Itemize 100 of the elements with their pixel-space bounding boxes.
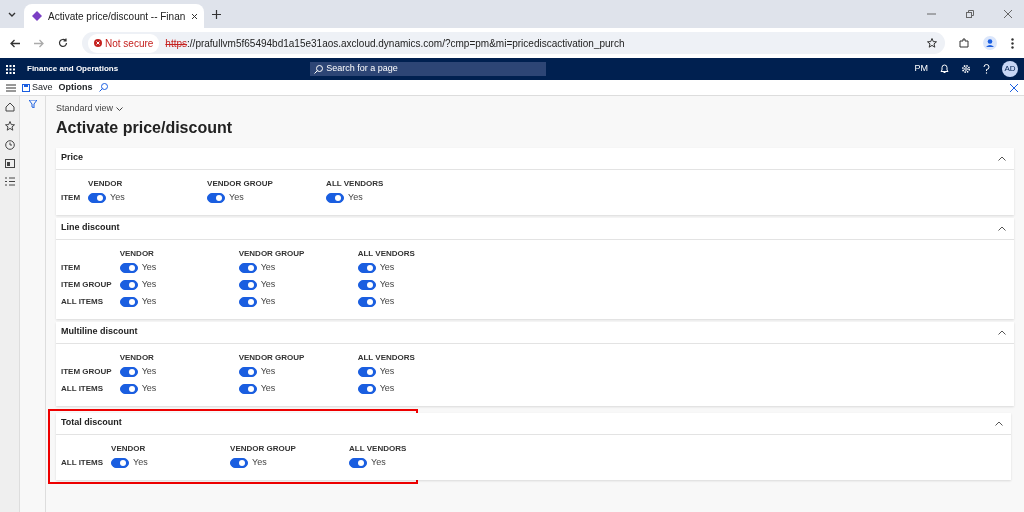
toggle-switch[interactable] xyxy=(238,262,257,273)
tab-title: Activate price/discount -- Finan xyxy=(48,9,186,24)
row-label: ITEM xyxy=(61,259,120,277)
app-launcher-icon[interactable] xyxy=(6,64,15,74)
row-label: ALL ITEMS xyxy=(61,454,112,472)
search-icon[interactable] xyxy=(98,83,108,92)
row-label: ITEM GROUP xyxy=(61,363,120,381)
section-title: Price xyxy=(61,151,84,165)
restore-icon[interactable] xyxy=(966,10,974,18)
workspace-icon[interactable] xyxy=(4,159,15,168)
star-icon[interactable] xyxy=(927,38,937,48)
toggle-label: Yes xyxy=(141,383,157,394)
toggle-switch[interactable] xyxy=(238,383,257,394)
toggle-label: Yes xyxy=(229,192,244,203)
security-label: Not secure xyxy=(105,36,154,51)
toggle-label: Yes xyxy=(379,279,395,290)
toggle-label: Yes xyxy=(260,262,276,273)
column-header: VENDOR xyxy=(119,351,239,364)
column-header: VENDOR xyxy=(119,247,239,260)
column-header: ALL VENDORS xyxy=(349,442,408,455)
toggle-label: Yes xyxy=(260,296,276,307)
new-tab-icon[interactable] xyxy=(212,9,221,19)
view-selector[interactable]: Standard view xyxy=(56,102,124,116)
toggle-switch[interactable] xyxy=(88,192,107,203)
section-title: Line discount xyxy=(61,221,120,235)
toggle-switch[interactable] xyxy=(357,279,376,290)
row-label: ITEM xyxy=(61,189,89,207)
toggle-label: Yes xyxy=(260,279,276,290)
toggle-label: Yes xyxy=(379,296,395,307)
row-label: ITEM GROUP xyxy=(61,276,120,294)
settings-icon[interactable] xyxy=(961,64,971,74)
forward-icon xyxy=(34,38,44,48)
clock-icon[interactable] xyxy=(4,140,15,150)
toggle-label: Yes xyxy=(379,383,395,394)
list-icon[interactable] xyxy=(4,177,15,186)
section-title: Multiline discount xyxy=(61,325,138,339)
toggle-switch[interactable] xyxy=(238,366,257,377)
options-button[interactable]: Options xyxy=(58,80,93,95)
back-icon[interactable] xyxy=(10,38,20,48)
star-icon[interactable] xyxy=(4,121,15,131)
toggle-label: Yes xyxy=(141,366,157,377)
url-text: https://prafullvm5f65494bd1a15e31aos.axcloud.dynamics.com/?cmp=pm&mi=pricediscactivation_purch xyxy=(165,36,625,51)
toggle-switch[interactable] xyxy=(111,457,130,468)
toggle-switch[interactable] xyxy=(119,383,138,394)
company-label[interactable]: PM xyxy=(914,62,928,76)
tab-menu-icon[interactable] xyxy=(8,11,16,17)
toggle-label: Yes xyxy=(133,457,148,468)
toggle-switch[interactable] xyxy=(238,279,257,290)
close-icon[interactable] xyxy=(1010,83,1018,92)
toggle-switch[interactable] xyxy=(119,296,138,307)
chevron-up-icon[interactable] xyxy=(995,420,1003,426)
column-header: ALL VENDORS xyxy=(326,177,385,190)
browser-tab[interactable]: Activate price/discount -- Finan xyxy=(24,4,204,28)
chevron-up-icon[interactable] xyxy=(998,329,1006,335)
toggle-label: Yes xyxy=(141,279,157,290)
search-field[interactable]: Search for a page xyxy=(310,62,547,76)
avatar[interactable]: AD xyxy=(1002,61,1018,77)
warning-icon xyxy=(94,39,102,47)
bell-icon[interactable] xyxy=(940,64,949,74)
column-header: VENDOR GROUP xyxy=(238,351,358,364)
chevron-down-icon xyxy=(116,106,124,111)
more-icon[interactable] xyxy=(1011,37,1014,49)
toggle-switch[interactable] xyxy=(357,262,376,273)
close-icon[interactable] xyxy=(191,12,199,20)
toggle-label: Yes xyxy=(260,366,276,377)
toggle-label: Yes xyxy=(110,192,125,203)
toggle-switch[interactable] xyxy=(357,296,376,307)
toggle-label: Yes xyxy=(379,262,395,273)
help-icon[interactable] xyxy=(983,64,990,74)
column-header: VENDOR GROUP xyxy=(230,442,350,455)
toggle-switch[interactable] xyxy=(238,296,257,307)
filter-icon[interactable] xyxy=(28,100,37,108)
chevron-up-icon[interactable] xyxy=(998,155,1006,161)
column-header: ALL VENDORS xyxy=(357,247,416,260)
section-title: Total discount xyxy=(61,416,122,430)
reload-icon[interactable] xyxy=(58,38,68,48)
toggle-switch[interactable] xyxy=(119,262,138,273)
toggle-label: Yes xyxy=(252,457,267,468)
toggle-switch[interactable] xyxy=(119,366,138,377)
toggle-label: Yes xyxy=(371,457,386,468)
toggle-label: Yes xyxy=(348,192,363,203)
toggle-switch[interactable] xyxy=(349,457,368,468)
column-header: VENDOR xyxy=(111,442,231,455)
save-icon xyxy=(22,83,30,92)
security-chip[interactable]: Not secure xyxy=(88,33,160,53)
toggle-switch[interactable] xyxy=(230,457,249,468)
home-icon[interactable] xyxy=(4,102,15,112)
page-title: Activate price/discount xyxy=(56,117,234,138)
address-bar[interactable]: Not secure https://prafullvm5f65494bd1a15e31aos.axcloud.dynamics.com/?cmp=pm&mi=pricediscactivation_purch xyxy=(82,32,945,54)
toggle-switch[interactable] xyxy=(357,366,376,377)
menu-icon[interactable] xyxy=(6,83,16,92)
toggle-label: Yes xyxy=(379,366,395,377)
toggle-switch[interactable] xyxy=(357,383,376,394)
profile-icon[interactable] xyxy=(983,36,997,50)
save-button[interactable]: Save xyxy=(22,80,53,95)
column-header: VENDOR GROUP xyxy=(238,247,358,260)
chevron-up-icon[interactable] xyxy=(998,225,1006,231)
toggle-switch[interactable] xyxy=(326,192,345,203)
toggle-switch[interactable] xyxy=(207,192,226,203)
toggle-switch[interactable] xyxy=(119,279,138,290)
